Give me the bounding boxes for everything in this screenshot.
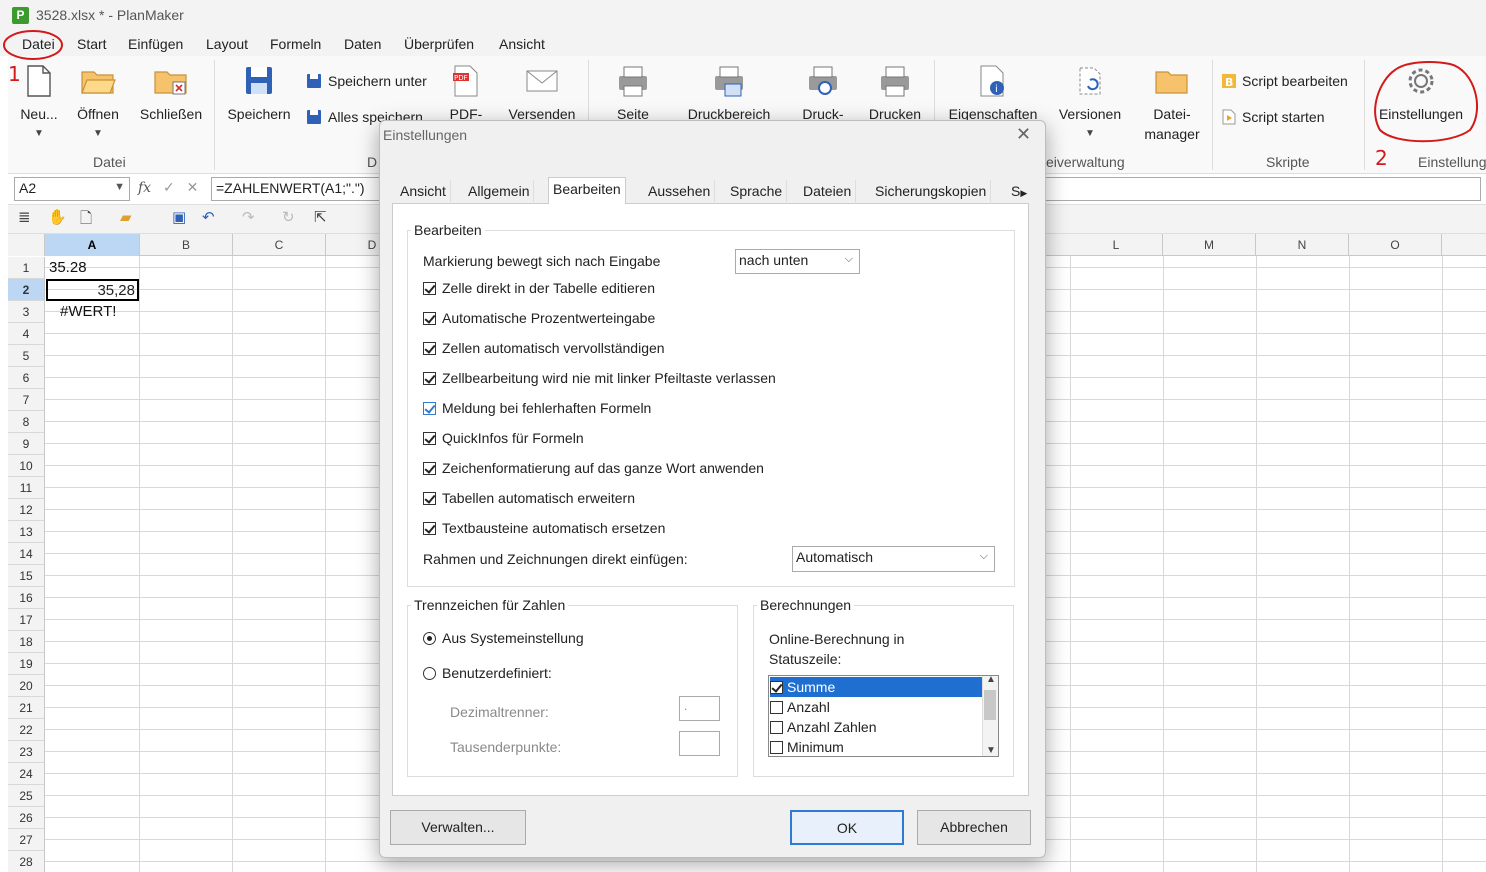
checkbox-label: Zeichenformatierung auf das ganze Wort a… <box>442 460 764 476</box>
radio-custom[interactable]: Benutzerdefiniert: <box>423 665 552 681</box>
radio-dot[interactable] <box>423 631 436 645</box>
cancel-button[interactable]: Abbrechen <box>917 810 1031 845</box>
checkbox-box[interactable] <box>423 491 436 505</box>
annotation-circle-settings <box>1374 61 1479 143</box>
tab-sprache[interactable]: Sprache <box>726 180 788 204</box>
tab-sicherungskopien[interactable]: Sicherungskopien <box>871 180 992 204</box>
checkbox-text-modules[interactable]: Textbausteine automatisch ersetzen <box>423 520 665 536</box>
frames-value: Automatisch <box>796 549 874 565</box>
list-item-minimum[interactable]: Minimum <box>770 737 983 757</box>
tab-truncated-label: S <box>1011 183 1021 199</box>
checkbox-label: Automatische Prozentwerteingabe <box>442 310 656 326</box>
tab-allgemein[interactable]: Allgemein <box>464 180 535 204</box>
checkbox-label: QuickInfos für Formeln <box>442 430 584 446</box>
scroll-up-icon[interactable]: ▲ <box>986 674 996 685</box>
frames-label: Rahmen und Zeichnungen direkt einfügen: <box>423 551 688 567</box>
checkbox-formula-errors[interactable]: Meldung bei fehlerhaften Formeln <box>423 400 651 416</box>
checkbox-box[interactable] <box>423 521 436 535</box>
separators-legend: Trennzeichen für Zahlen <box>411 597 569 613</box>
close-icon[interactable]: ✕ <box>1016 124 1031 145</box>
checkbox-label: Textbausteine automatisch ersetzen <box>442 520 666 536</box>
checkbox-edit-in-cell[interactable]: Zelle direkt in der Tabelle editieren <box>423 280 655 296</box>
thousands-separator-input[interactable] <box>679 731 720 756</box>
annotation-number-2: 2 <box>1375 146 1388 170</box>
checkbox-word-format[interactable]: Zeichenformatierung auf das ganze Wort a… <box>423 460 764 476</box>
checkbox-box[interactable] <box>423 311 436 325</box>
scroll-down-icon[interactable]: ▼ <box>986 745 996 756</box>
radio-label: Benutzerdefiniert: <box>442 665 552 681</box>
chevron-down-icon[interactable]: ⌵ <box>980 550 988 563</box>
annotation-number-1: 1 <box>8 62 21 86</box>
ok-button[interactable]: OK <box>790 810 904 845</box>
list-item-anzahl-zahlen[interactable]: Anzahl Zahlen <box>770 717 983 737</box>
manage-button[interactable]: Verwalten... <box>390 810 526 845</box>
frames-select[interactable]: Automatisch ⌵ <box>792 546 995 572</box>
checkbox-box[interactable] <box>423 371 436 385</box>
radio-system-setting[interactable]: Aus Systemeinstellung <box>423 630 584 646</box>
radio-dot[interactable] <box>423 666 436 680</box>
scroll-thumb[interactable] <box>984 690 996 720</box>
checkbox-auto-percent[interactable]: Automatische Prozentwerteingabe <box>423 310 655 326</box>
checkbox-label: Zelle direkt in der Tabelle editieren <box>442 280 655 296</box>
chevron-right-icon[interactable]: ▶ <box>1020 188 1027 198</box>
checkbox-box[interactable] <box>423 431 436 445</box>
checkbox-label: Zellbearbeitung wird nie mit linker Pfei… <box>442 370 776 386</box>
checkbox-box[interactable] <box>770 740 783 754</box>
tab-dateien[interactable]: Dateien <box>799 180 857 204</box>
checkbox-box[interactable] <box>423 281 436 295</box>
checkbox-box[interactable] <box>423 341 436 355</box>
checkbox-box[interactable] <box>423 401 436 415</box>
list-item-summe[interactable]: Summe <box>770 677 983 697</box>
checkbox-box[interactable] <box>770 720 783 734</box>
dialog-title: Einstellungen <box>383 127 468 143</box>
list-item-anzahl[interactable]: Anzahl <box>770 697 983 717</box>
status-calc-label-line1: Online-Berechnung in <box>769 631 905 647</box>
decimal-separator-label: Dezimaltrenner: <box>450 704 549 720</box>
tab-bearbeiten[interactable]: Bearbeiten <box>548 177 626 205</box>
thousands-separator-label: Tausenderpunkte: <box>450 739 562 755</box>
checkbox-box[interactable] <box>770 680 783 694</box>
edit-group-legend: Bearbeiten <box>411 222 485 238</box>
annotation-circle-datei <box>3 30 63 60</box>
checkbox-left-arrow[interactable]: Zellbearbeitung wird nie mit linker Pfei… <box>423 370 776 386</box>
list-item-label: Summe <box>787 679 836 695</box>
tab-aussehen[interactable]: Aussehen <box>644 180 716 204</box>
checkbox-label: Zellen automatisch vervollständigen <box>442 340 665 356</box>
checkbox-auto-extend-tables[interactable]: Tabellen automatisch erweitern <box>423 490 635 506</box>
status-calc-label-line2: Statuszeile: <box>769 651 842 667</box>
checkbox-autocomplete[interactable]: Zellen automatisch vervollständigen <box>423 340 665 356</box>
radio-label: Aus Systemeinstellung <box>442 630 584 646</box>
checkbox-box[interactable] <box>423 461 436 475</box>
cursor-move-select[interactable]: nach unten ⌵ <box>735 249 860 274</box>
list-item-label: Minimum <box>787 739 844 755</box>
checkbox-box[interactable] <box>770 700 783 714</box>
calculations-legend: Berechnungen <box>757 597 855 613</box>
checkbox-label: Tabellen automatisch erweitern <box>442 490 635 506</box>
decimal-separator-input[interactable]: . <box>679 696 720 721</box>
checkbox-label: Meldung bei fehlerhaften Formeln <box>442 400 652 416</box>
checkbox-quickinfos[interactable]: QuickInfos für Formeln <box>423 430 584 446</box>
chevron-down-icon[interactable]: ⌵ <box>845 253 853 266</box>
tab-truncated[interactable]: S▶ <box>1007 180 1031 204</box>
cursor-move-label: Markierung bewegt sich nach Eingabe <box>423 253 661 269</box>
tab-ansicht[interactable]: Ansicht <box>396 180 451 204</box>
list-item-label: Anzahl <box>787 699 830 715</box>
list-item-label: Anzahl Zahlen <box>787 719 877 735</box>
cursor-move-value: nach unten <box>739 252 809 268</box>
